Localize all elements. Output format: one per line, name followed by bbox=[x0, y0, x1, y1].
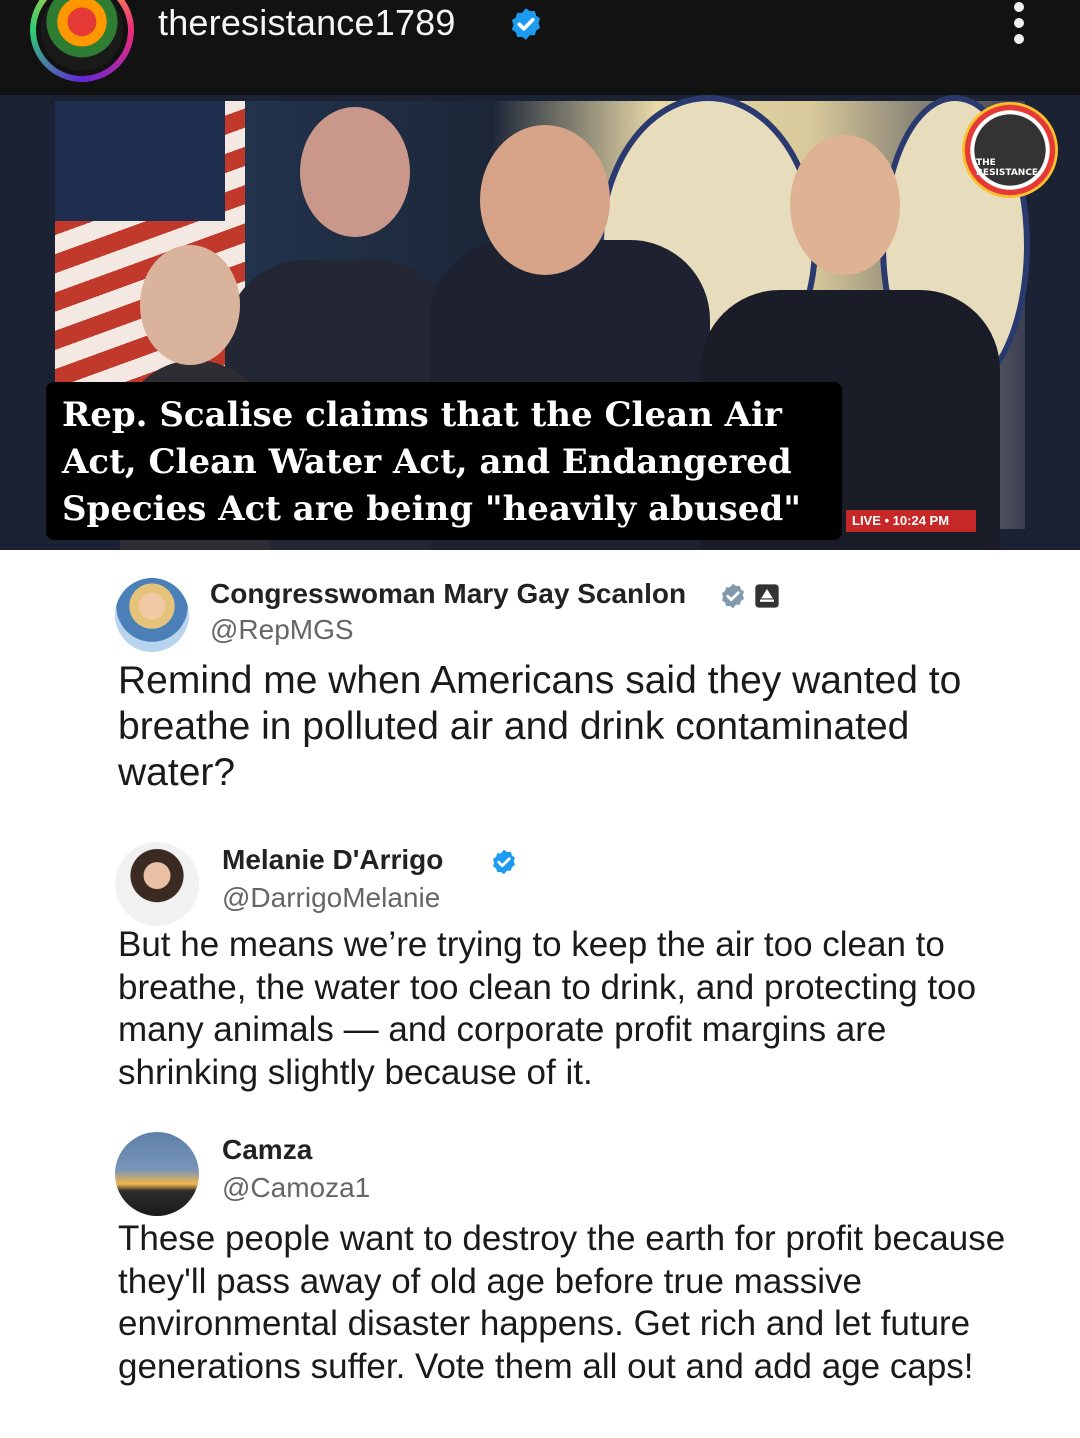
tweet-text: These people want to destroy the earth f… bbox=[118, 1219, 1006, 1386]
person-head bbox=[480, 125, 610, 275]
tweet-author-name[interactable]: Melanie D'Arrigo bbox=[222, 844, 443, 876]
tweet-text: But he means we’re trying to keep the ai… bbox=[118, 925, 977, 1092]
tweet-card: Melanie D'Arrigo @DarrigoMelanie But he … bbox=[0, 820, 1080, 1120]
video-thumbnail[interactable]: Rep. Scalise claims that the Clean Air A… bbox=[0, 95, 1080, 550]
person-head bbox=[140, 245, 240, 365]
avatar[interactable] bbox=[115, 1132, 199, 1216]
more-options-icon[interactable] bbox=[1008, 2, 1030, 52]
government-verified-badge-icon bbox=[722, 583, 744, 609]
tweet-card: Camza @Camoza1 These people want to dest… bbox=[0, 1120, 1080, 1438]
the-resistance-watermark: THE RESISTANCE bbox=[962, 102, 1058, 198]
watermark-text: THE RESISTANCE bbox=[976, 158, 1039, 178]
person-head bbox=[790, 135, 900, 275]
tweet-handle[interactable]: @Camoza1 bbox=[222, 1172, 370, 1204]
american-flag-image bbox=[55, 101, 245, 401]
tweet-card: Congresswoman Mary Gay Scanlon @RepMGS R… bbox=[0, 550, 1080, 820]
government-building-icon bbox=[755, 584, 779, 608]
video-caption: Rep. Scalise claims that the Clean Air A… bbox=[62, 395, 801, 529]
avatar[interactable] bbox=[115, 842, 199, 926]
live-badge: LIVE • 10:24 PM bbox=[846, 510, 976, 532]
person-head bbox=[300, 107, 410, 237]
tweet-handle[interactable]: @RepMGS bbox=[210, 614, 354, 646]
verified-badge-icon bbox=[511, 8, 541, 40]
tweet-handle[interactable]: @DarrigoMelanie bbox=[222, 882, 440, 914]
profile-avatar[interactable] bbox=[30, 0, 134, 82]
username[interactable]: theresistance1789 bbox=[158, 2, 456, 44]
post-header: theresistance1789 bbox=[0, 0, 1080, 95]
tweet-author-name[interactable]: Camza bbox=[222, 1134, 312, 1166]
tweet-text: Remind me when Americans said they wante… bbox=[118, 659, 962, 794]
avatar[interactable] bbox=[115, 578, 189, 652]
tweet-author-name[interactable]: Congresswoman Mary Gay Scanlon bbox=[210, 578, 686, 610]
verified-badge-icon bbox=[493, 849, 515, 875]
